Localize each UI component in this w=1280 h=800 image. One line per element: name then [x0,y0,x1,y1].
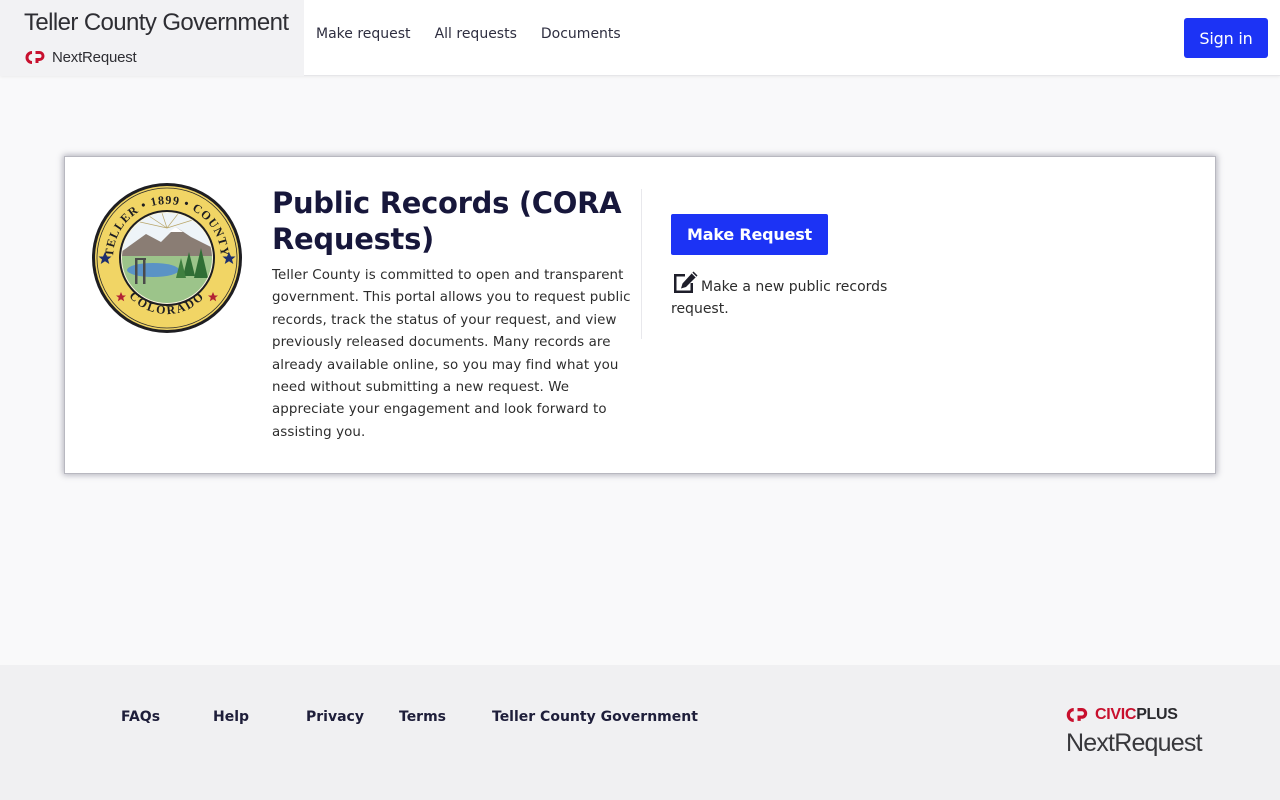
county-seal-icon: TELLER • 1899 • COUNTY COLORADO [92,183,242,333]
page-title: Public Records (CORA Requests) [272,186,622,256]
footer-link-help[interactable]: Help [213,709,249,725]
site-footer: FAQs Help Privacy Terms Teller County Go… [0,665,1280,800]
main-nav: Make request All requests Documents [316,24,621,44]
footer-link-teller-county[interactable]: Teller County Government [492,709,698,725]
footer-link-privacy[interactable]: Privacy [306,709,364,725]
site-header: Teller County Government NextRequest Mak… [0,0,1280,76]
make-request-note: Make a new public records request. [671,270,911,320]
civicplus-text: CIVICPLUS [1095,706,1178,723]
make-request-button[interactable]: Make Request [671,214,828,255]
edit-icon [674,271,698,293]
nav-make-request[interactable]: Make request [316,24,411,44]
nav-documents[interactable]: Documents [541,24,621,44]
nextrequest-wordmark: NextRequest [1066,729,1203,757]
civicplus-footer-logo[interactable]: CIVICPLUS NextRequest [1066,705,1203,757]
portal-description: Teller County is committed to open and t… [272,268,631,440]
civicplus-logo-icon [25,50,45,64]
nav-all-requests[interactable]: All requests [435,24,517,44]
brand-product-name: NextRequest [52,48,137,66]
brand-block[interactable]: Teller County Government NextRequest [0,0,304,76]
civicplus-wordmark: CIVICPLUS [1066,705,1202,725]
sign-in-button[interactable]: Sign in [1184,18,1268,58]
footer-link-faqs[interactable]: FAQs [121,709,160,725]
vertical-divider [641,189,642,339]
intro-card: TELLER • 1899 • COUNTY COLORADO Public R… [64,156,1216,474]
make-request-note-text: Make a new public records request. [671,279,888,317]
civicplus-logo-icon [1066,708,1088,722]
footer-link-terms[interactable]: Terms [399,709,446,725]
brand-title[interactable]: Teller County Government [24,9,289,37]
brand-subtitle: NextRequest [25,47,137,67]
